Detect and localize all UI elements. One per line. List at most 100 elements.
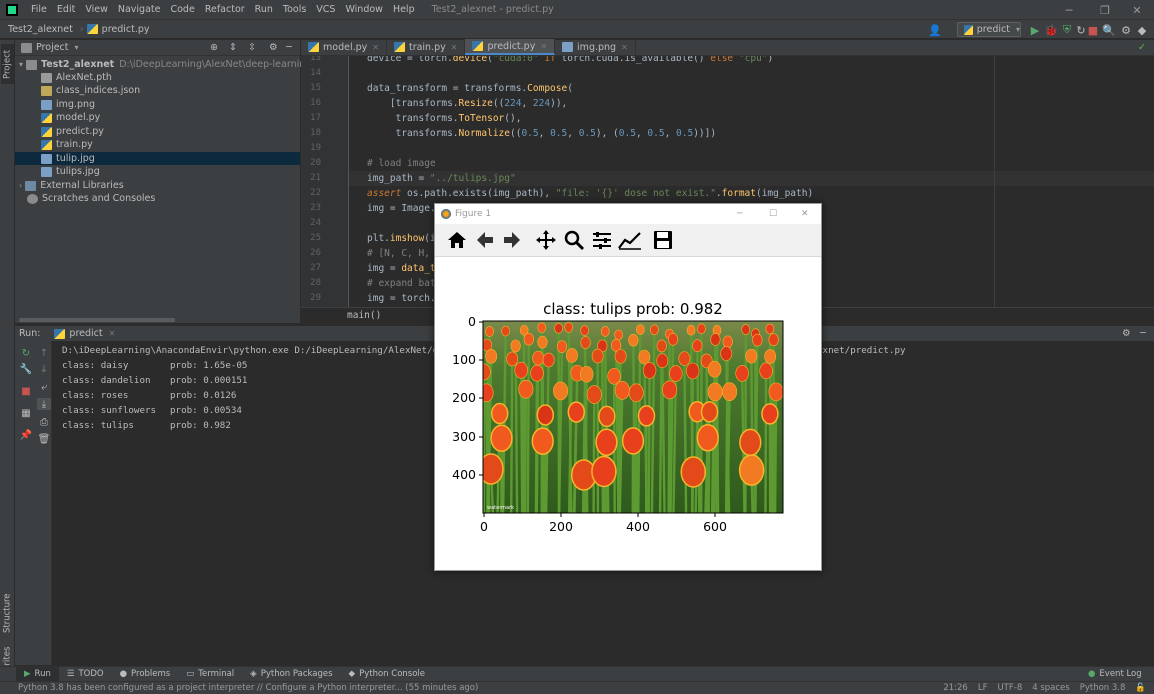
close-icon[interactable]: ✕ xyxy=(109,329,116,338)
tool-tab-run[interactable]: ▶ Run xyxy=(16,666,59,682)
menu-refactor[interactable]: Refactor xyxy=(200,4,250,15)
tool-tab-python-console[interactable]: ◆ Python Console xyxy=(341,667,433,682)
menu-file[interactable]: File xyxy=(26,4,52,15)
close-icon[interactable]: ✕ xyxy=(540,42,547,51)
edit-axis-icon[interactable] xyxy=(618,229,642,251)
tool-tab-terminal[interactable]: ▭ Terminal xyxy=(178,667,242,682)
user-icon[interactable]: 👤 xyxy=(928,23,942,37)
ide-logo-icon[interactable]: ◆ xyxy=(1135,23,1149,37)
run-icon[interactable]: ▶ xyxy=(1028,23,1042,37)
menu-window[interactable]: Window xyxy=(340,4,387,15)
close-icon[interactable]: ✕ xyxy=(621,43,628,52)
run-config-select[interactable]: predict ▾ xyxy=(957,22,1021,37)
stop-icon[interactable]: ■ xyxy=(19,385,33,397)
scroll-to-end-icon[interactable]: ⤓ xyxy=(37,398,51,410)
tab-model-py[interactable]: model.py ✕ xyxy=(301,39,387,55)
tree-item[interactable]: train.py xyxy=(41,138,93,151)
tree-external-libraries[interactable]: › External Libraries xyxy=(19,179,124,192)
close-icon[interactable]: ✕ xyxy=(451,43,458,52)
maximize-icon[interactable]: ❐ xyxy=(1088,0,1122,20)
hide-icon[interactable]: ─ xyxy=(1140,328,1146,339)
print-icon[interactable]: ⎙ xyxy=(37,416,51,428)
coverage-icon[interactable]: ⛨ xyxy=(1060,23,1074,37)
close-icon[interactable]: ✕ xyxy=(1120,0,1154,20)
horizontal-scrollbar[interactable] xyxy=(19,318,175,322)
menu-help[interactable]: Help xyxy=(388,4,420,15)
wrench-icon[interactable]: 🔧 xyxy=(19,363,33,375)
collapse-all-icon[interactable]: ⇳ xyxy=(248,42,256,53)
tree-item[interactable]: AlexNet.pth xyxy=(41,71,112,84)
status-message[interactable]: Python 3.8 has been configured as a proj… xyxy=(0,683,478,693)
chevron-down-icon[interactable]: ▾ xyxy=(75,43,79,52)
tool-tab-problems[interactable]: ● Problems xyxy=(112,667,179,682)
expand-all-icon[interactable]: ⇕ xyxy=(229,42,237,53)
back-arrow-icon[interactable] xyxy=(473,229,497,251)
status-line-separator[interactable]: LF xyxy=(978,683,988,693)
pan-icon[interactable] xyxy=(534,229,558,251)
breadcrumb-project[interactable]: Test2_alexnet xyxy=(0,24,77,35)
save-icon[interactable] xyxy=(651,229,675,251)
soft-wrap-icon[interactable]: ⤶ xyxy=(37,381,51,393)
stop-icon[interactable]: ■ xyxy=(1086,23,1100,37)
up-arrow-icon[interactable]: ↑ xyxy=(37,347,51,359)
menu-run[interactable]: Run xyxy=(250,4,278,15)
tree-item[interactable]: model.py xyxy=(41,111,100,124)
tree-item[interactable]: img.png xyxy=(41,98,95,111)
lock-icon[interactable]: 🔓 xyxy=(1135,683,1146,693)
search-icon[interactable]: 🔍 xyxy=(1102,23,1116,37)
menu-view[interactable]: View xyxy=(80,4,113,15)
hide-icon[interactable]: ─ xyxy=(286,42,292,53)
down-arrow-icon[interactable]: ↓ xyxy=(37,363,51,375)
figure-window[interactable]: Figure 1 ─ ☐ ✕ class: tulips prob: 0.982… xyxy=(434,203,822,571)
figure-canvas[interactable]: class: tulips prob: 0.982 watermark 0 10… xyxy=(435,257,821,570)
gear-icon[interactable]: ⚙ xyxy=(1122,328,1131,339)
home-icon[interactable] xyxy=(445,229,469,251)
menu-code[interactable]: Code xyxy=(165,4,199,15)
run-tab-label[interactable]: predict xyxy=(69,328,102,339)
tab-train-py[interactable]: train.py ✕ xyxy=(387,39,466,55)
tool-tab-structure[interactable]: Structure xyxy=(1,590,14,636)
tab-img-png[interactable]: img.png ✕ xyxy=(555,39,636,55)
minimize-icon[interactable]: ─ xyxy=(737,209,742,219)
forward-arrow-icon[interactable] xyxy=(500,229,524,251)
locate-icon[interactable]: ⊕ xyxy=(210,42,218,53)
zoom-icon[interactable] xyxy=(562,229,586,251)
layout-icon[interactable]: ▦ xyxy=(19,407,33,419)
tool-tab-todo[interactable]: ☰ TODO xyxy=(59,667,112,682)
status-encoding[interactable]: UTF-8 xyxy=(997,683,1022,693)
tool-tab-event-log[interactable]: ● Event Log xyxy=(1080,667,1150,682)
tree-item[interactable]: class_indices.json xyxy=(41,84,140,97)
tree-scratches[interactable]: Scratches and Consoles xyxy=(27,192,155,205)
editor-tabs: model.py ✕ train.py ✕ predict.py ✕ img.png ✕… xyxy=(301,39,1154,56)
close-icon[interactable]: ✕ xyxy=(801,209,809,219)
gear-icon[interactable]: ⚙ xyxy=(269,42,278,53)
minimize-icon[interactable]: ─ xyxy=(1052,0,1086,20)
status-interpreter[interactable]: Python 3.8 xyxy=(1080,683,1126,693)
console-result-line: class: dandelion prob: 0.000151 xyxy=(62,375,248,386)
project-panel-title[interactable]: Project xyxy=(36,42,69,53)
tool-tab-project[interactable]: Project xyxy=(1,44,14,84)
status-indent[interactable]: 4 spaces xyxy=(1032,683,1069,693)
code-line: img_path = "../tulips.jpg" xyxy=(367,173,516,184)
maximize-icon[interactable]: ☐ xyxy=(769,209,777,219)
subplots-config-icon[interactable] xyxy=(590,229,614,251)
menu-navigate[interactable]: Navigate xyxy=(113,4,166,15)
tool-tab-python-packages[interactable]: ◈ Python Packages xyxy=(242,667,340,682)
menu-edit[interactable]: Edit xyxy=(52,4,80,15)
menu-tools[interactable]: Tools xyxy=(278,4,311,15)
tree-item-selected[interactable]: tulip.jpg xyxy=(15,152,300,165)
trash-icon[interactable]: 🗑 xyxy=(37,433,51,445)
debug-icon[interactable]: 🐞 xyxy=(1044,23,1058,37)
menu-vcs[interactable]: VCS xyxy=(311,4,340,15)
python-file-icon xyxy=(41,112,52,123)
breadcrumb-file[interactable]: predict.py xyxy=(102,24,150,35)
tree-item[interactable]: tulips.jpg xyxy=(41,165,100,178)
tree-item[interactable]: predict.py xyxy=(41,125,104,138)
line-number: 13 xyxy=(310,56,321,63)
status-position[interactable]: 21:26 xyxy=(943,683,968,693)
pin-icon[interactable]: 📌 xyxy=(19,429,33,441)
gear-icon[interactable]: ⚙ xyxy=(1119,23,1133,37)
rerun-icon[interactable]: ↻ xyxy=(19,347,33,359)
tab-predict-py[interactable]: predict.py ✕ xyxy=(465,39,556,55)
close-icon[interactable]: ✕ xyxy=(372,43,379,52)
